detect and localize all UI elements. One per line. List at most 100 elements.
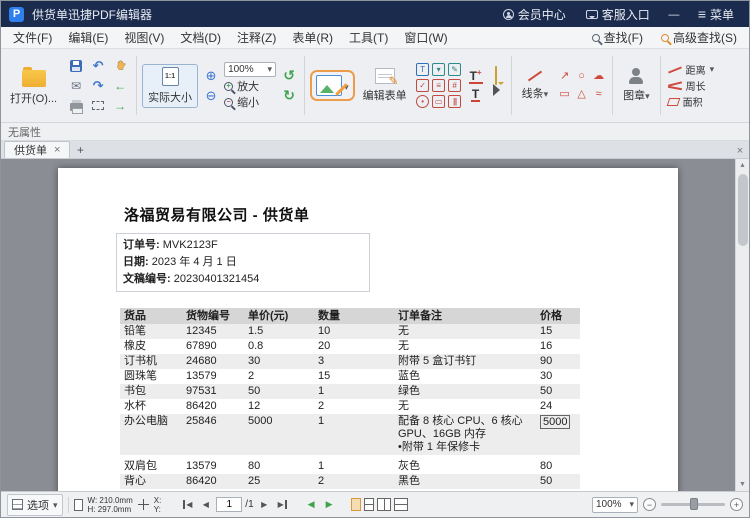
rotate-right-button[interactable] [279, 87, 299, 105]
edit-form-button[interactable]: 编辑表单 [358, 66, 412, 105]
line-tool-button[interactable]: 线条 [517, 68, 554, 103]
crosshair-icon [138, 499, 149, 510]
status-zoom-select[interactable]: 100% [592, 497, 638, 513]
close-document-button[interactable] [731, 142, 749, 158]
previous-page-button[interactable] [198, 497, 213, 512]
radio-button-tool-button[interactable] [416, 95, 429, 108]
next-view-button[interactable] [110, 97, 130, 115]
minimize-button[interactable] [663, 1, 685, 27]
zoom-out-button[interactable]: 缩小 [224, 95, 276, 109]
select-tool-button[interactable] [88, 97, 108, 115]
hamburger-icon [698, 6, 706, 22]
menu-item-2[interactable]: 视图(V) [116, 29, 172, 47]
area-tool-button[interactable]: 面积 [666, 95, 717, 108]
app-menu-button[interactable]: 菜单 [691, 1, 741, 27]
combo-box-tool-button[interactable] [432, 63, 445, 76]
table-cell: 15 [536, 324, 580, 339]
first-page-button[interactable] [180, 497, 195, 512]
cloud-tool-button[interactable] [593, 71, 604, 82]
table-cell: 86420 [182, 399, 244, 414]
single-page-view-button[interactable] [351, 498, 361, 511]
menu-item-3[interactable]: 文档(D) [172, 29, 229, 47]
table-cell: 书包 [120, 384, 182, 399]
zoom-out-circle-button[interactable] [201, 87, 221, 105]
page-number-input[interactable] [216, 497, 242, 512]
customer-service-button[interactable]: 客服入口 [579, 1, 657, 27]
find-button[interactable]: 查找(F) [584, 27, 651, 48]
scroll-down-arrow-icon[interactable] [736, 478, 750, 491]
tab-label: 供货单 [14, 142, 47, 158]
hand-tool-button[interactable] [110, 57, 130, 75]
zoom-level-select[interactable]: 100% [224, 62, 276, 77]
zoom-in-circle-button[interactable] [201, 67, 221, 85]
note-icon [495, 66, 497, 85]
actual-size-button[interactable]: 实际大小 [142, 64, 198, 108]
arrow-tool-button[interactable] [560, 71, 569, 82]
page-width-value: W: 210.0mm [88, 496, 133, 505]
next-page-button[interactable] [257, 497, 272, 512]
add-text-button[interactable]: T [469, 67, 483, 84]
table-cell: 圆珠笔 [120, 369, 182, 384]
options-button[interactable]: 选项 [7, 494, 63, 516]
scrollbar-thumb[interactable] [738, 174, 748, 246]
scroll-up-arrow-icon[interactable] [736, 159, 750, 172]
menu-item-5[interactable]: 表单(R) [284, 29, 341, 47]
zoom-slider[interactable] [661, 503, 725, 506]
minus-icon [647, 500, 652, 510]
chevron-down-icon [544, 88, 549, 100]
two-page-continuous-view-button[interactable] [394, 498, 408, 511]
menu-item-7[interactable]: 窗口(W) [396, 29, 455, 47]
table-cell: 16 [536, 339, 580, 354]
history-forward-button[interactable] [322, 497, 337, 512]
perimeter-tool-button[interactable]: 周长 [666, 79, 717, 92]
vertical-scrollbar[interactable] [735, 159, 749, 491]
oval-tool-button[interactable] [578, 71, 585, 82]
text-field-tool-button[interactable] [416, 63, 429, 76]
zoom-in-button[interactable]: 放大 [224, 79, 276, 93]
polygon-tool-button[interactable] [577, 89, 585, 100]
tab-close-icon[interactable] [54, 144, 60, 156]
table-cell: 蓝色 [394, 369, 536, 384]
continuous-view-button[interactable] [364, 498, 374, 511]
list-box-tool-button[interactable] [432, 79, 445, 92]
menu-item-1[interactable]: 编辑(E) [60, 29, 116, 47]
push-button-tool-button[interactable] [432, 95, 445, 108]
print-button[interactable] [66, 97, 86, 115]
menu-item-0[interactable]: 文件(F) [5, 29, 60, 47]
barcode-tool-button[interactable] [448, 95, 461, 108]
edit-text-button[interactable]: T [471, 89, 480, 102]
stamp-button[interactable]: 图章 [618, 66, 655, 105]
email-button[interactable] [66, 77, 86, 95]
advanced-find-button[interactable]: 高级查找(S) [653, 27, 745, 48]
edit-content-button[interactable] [316, 75, 342, 96]
checkbox-tool-button[interactable] [416, 79, 429, 92]
add-tab-button[interactable] [72, 142, 88, 158]
table-cell: 绿色 [394, 384, 536, 399]
open-file-button[interactable]: 打开(O)... [5, 64, 62, 108]
image-field-tool-button[interactable] [448, 79, 461, 92]
zoom-slider-thumb[interactable] [690, 498, 698, 510]
signature-tool-button[interactable] [448, 63, 461, 76]
note-comment-button[interactable] [495, 67, 497, 85]
redo-button[interactable] [88, 77, 108, 95]
rectangle-tool-button[interactable] [559, 89, 569, 100]
zoom-out-slider-button[interactable] [643, 498, 656, 511]
menu-item-4[interactable]: 注释(Z) [229, 29, 284, 47]
undo-button[interactable] [88, 57, 108, 75]
zoom-in-slider-button[interactable] [730, 498, 743, 511]
polyline-tool-button[interactable] [596, 89, 602, 100]
menu-item-6[interactable]: 工具(T) [341, 29, 396, 47]
last-page-button[interactable] [275, 497, 290, 512]
edit-form-icon [375, 68, 395, 84]
zoom-in-label: 放大 [237, 78, 259, 94]
save-button[interactable] [66, 57, 86, 75]
two-page-view-button[interactable] [377, 498, 391, 511]
rotate-left-button[interactable] [279, 67, 299, 85]
distance-tool-button[interactable]: 距离 [666, 63, 717, 76]
history-back-button[interactable] [304, 497, 319, 512]
table-cell: 5000 [536, 414, 580, 455]
audio-comment-button[interactable] [492, 87, 500, 105]
member-center-button[interactable]: 会员中心 [496, 1, 573, 27]
tab-supply-list[interactable]: 供货单 [4, 141, 70, 158]
previous-view-button[interactable] [110, 77, 130, 95]
